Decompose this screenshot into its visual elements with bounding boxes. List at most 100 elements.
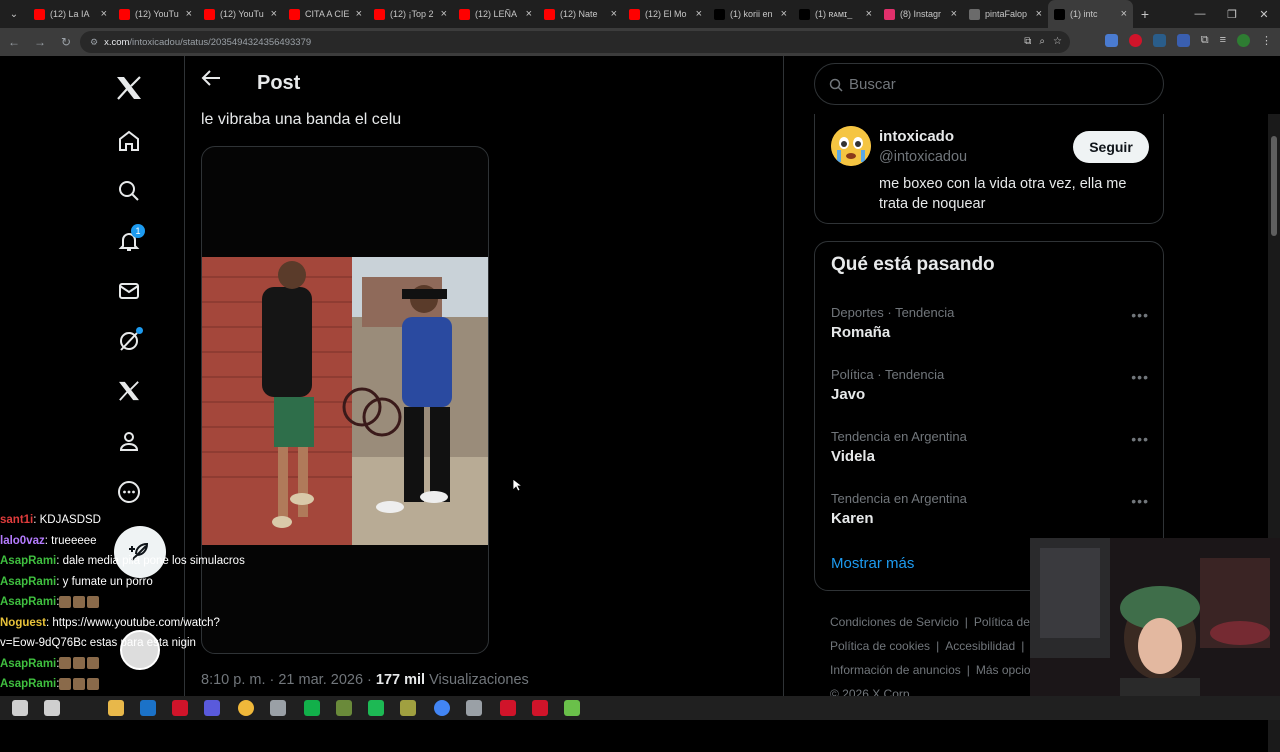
author-avatar[interactable] bbox=[831, 126, 871, 166]
forward-button[interactable]: → bbox=[28, 30, 52, 54]
steam-icon[interactable] bbox=[140, 700, 156, 716]
footer-terms-link[interactable]: Condiciones de Servicio bbox=[830, 615, 959, 629]
browser-tab[interactable]: (12) El Mo × bbox=[623, 0, 708, 28]
tab-close-icon[interactable]: × bbox=[1121, 8, 1127, 20]
youtube-icon[interactable] bbox=[500, 700, 516, 716]
follow-button[interactable]: Seguir bbox=[1073, 131, 1149, 163]
x-logo-icon[interactable] bbox=[112, 71, 146, 105]
notification-badge: 1 bbox=[131, 224, 145, 238]
author-handle[interactable]: @intoxicadou bbox=[879, 149, 967, 165]
browser-tab[interactable]: (12) YouTu × bbox=[113, 0, 198, 28]
tab-close-icon[interactable]: × bbox=[951, 8, 957, 20]
minecraft-icon[interactable] bbox=[564, 700, 580, 716]
opera-icon[interactable] bbox=[532, 700, 548, 716]
windows-taskbar bbox=[0, 696, 1280, 720]
browser-tab[interactable]: (12) LEÑA × bbox=[453, 0, 538, 28]
browser-tab[interactable]: (12) La IA × bbox=[28, 0, 113, 28]
messages-envelope-icon[interactable] bbox=[115, 277, 143, 305]
search-taskbar-icon[interactable] bbox=[44, 700, 60, 716]
trend-more-icon[interactable]: ••• bbox=[1131, 493, 1149, 509]
browser-tab[interactable]: (1) korii en × bbox=[708, 0, 793, 28]
address-bar[interactable]: ⚙ x.com/intoxicadou/status/2035494324356… bbox=[80, 31, 1070, 53]
browser-tab[interactable]: pintaFalop × bbox=[963, 0, 1048, 28]
close-window-button[interactable]: ✕ bbox=[1248, 0, 1280, 28]
obs-icon[interactable] bbox=[172, 700, 188, 716]
tab-close-icon[interactable]: × bbox=[696, 8, 702, 20]
browser-tab[interactable]: (12) Nate × bbox=[538, 0, 623, 28]
footer-more-link[interactable]: Más opcio bbox=[976, 663, 1031, 677]
trend-item[interactable]: Tendencia en Argentina Videla ••• bbox=[831, 429, 1149, 479]
grok-icon[interactable] bbox=[115, 327, 143, 355]
tab-close-icon[interactable]: × bbox=[866, 8, 872, 20]
browser-tab[interactable]: (8) Instagr × bbox=[878, 0, 963, 28]
trend-item[interactable]: Tendencia en Argentina Karen ••• bbox=[831, 491, 1149, 541]
home-icon[interactable] bbox=[115, 127, 143, 155]
new-tab-button[interactable]: + bbox=[1133, 6, 1157, 22]
footer-privacy-link[interactable]: Política de bbox=[974, 615, 1030, 629]
tab-favicon-icon bbox=[34, 8, 45, 20]
chrome-icon[interactable] bbox=[238, 700, 254, 716]
ccleaner-icon[interactable] bbox=[270, 700, 286, 716]
tab-close-icon[interactable]: × bbox=[611, 8, 617, 20]
chrome-active-icon[interactable] bbox=[434, 700, 450, 716]
notifications-bell-icon[interactable]: 1 bbox=[115, 224, 145, 255]
extension-audio-icon[interactable] bbox=[1176, 34, 1190, 47]
browser-menu-icon[interactable]: ⋮ bbox=[1261, 34, 1272, 47]
author-name[interactable]: intoxicado bbox=[879, 128, 954, 145]
minecraft-icon[interactable] bbox=[336, 700, 352, 716]
tab-close-icon[interactable]: × bbox=[101, 8, 107, 20]
tab-search-button[interactable]: ⌄ bbox=[0, 0, 28, 28]
tab-close-icon[interactable]: × bbox=[356, 8, 362, 20]
site-info-icon[interactable]: ⚙ bbox=[90, 37, 98, 48]
start-button-icon[interactable] bbox=[12, 700, 28, 716]
app-icon[interactable] bbox=[400, 700, 416, 716]
bookmark-star-icon[interactable]: ☆ bbox=[1053, 36, 1062, 47]
reading-list-icon[interactable]: ≡ bbox=[1220, 34, 1226, 47]
toolbar: ← → ↻ ⚙ x.com/intoxicadou/status/2035494… bbox=[0, 28, 1280, 56]
browser-tab[interactable]: (12) YouTu × bbox=[198, 0, 283, 28]
browser-tab[interactable]: CITA A CIE × bbox=[283, 0, 368, 28]
search-input[interactable]: Buscar bbox=[814, 63, 1164, 105]
profile-person-icon[interactable] bbox=[115, 427, 143, 455]
footer-ads-link[interactable]: Información de anuncios bbox=[830, 663, 961, 677]
trend-item[interactable]: Política · Tendencia Javo ••• bbox=[831, 367, 1149, 417]
footer-cookies-link[interactable]: Política de cookies bbox=[830, 639, 930, 653]
tab-close-icon[interactable]: × bbox=[271, 8, 277, 20]
extension-seven-icon[interactable] bbox=[1152, 34, 1166, 47]
browser-tab[interactable]: (12) ¡Top 2 × bbox=[368, 0, 453, 28]
minimize-button[interactable]: — bbox=[1184, 0, 1216, 28]
extension-record-icon[interactable] bbox=[1128, 34, 1142, 47]
trend-item[interactable]: Deportes · Tendencia Romaña ••• bbox=[831, 305, 1149, 355]
trend-more-icon[interactable]: ••• bbox=[1131, 369, 1149, 385]
maximize-button[interactable]: ❐ bbox=[1216, 0, 1248, 28]
tab-close-icon[interactable]: × bbox=[781, 8, 787, 20]
extension-translate-icon[interactable] bbox=[1104, 34, 1118, 47]
explore-search-icon[interactable] bbox=[115, 177, 143, 205]
profile-avatar-icon[interactable] bbox=[1237, 34, 1250, 47]
footer-accessibility-link[interactable]: Accesibilidad bbox=[945, 639, 1015, 653]
extensions-puzzle-icon[interactable]: ⧉ bbox=[1201, 34, 1209, 47]
app-icon[interactable] bbox=[304, 700, 320, 716]
zoom-icon[interactable]: ⌕ bbox=[1039, 36, 1045, 47]
back-arrow-icon[interactable] bbox=[201, 69, 221, 87]
tab-close-icon[interactable]: × bbox=[441, 8, 447, 20]
back-button[interactable]: ← bbox=[2, 30, 26, 54]
show-more-link[interactable]: Mostrar más bbox=[831, 555, 914, 572]
tab-close-icon[interactable]: × bbox=[1036, 8, 1042, 20]
trend-more-icon[interactable]: ••• bbox=[1131, 431, 1149, 447]
tab-close-icon[interactable]: × bbox=[526, 8, 532, 20]
more-options-icon[interactable] bbox=[115, 478, 143, 506]
spotify-icon[interactable] bbox=[368, 700, 384, 716]
post-views-count: 177 mil bbox=[375, 672, 426, 688]
browser-tab[interactable]: (1) intc × bbox=[1048, 0, 1133, 28]
browser-tab[interactable]: (1) ʀᴀᴍɪ_ × bbox=[793, 0, 878, 28]
tab-close-icon[interactable]: × bbox=[186, 8, 192, 20]
reload-button[interactable]: ↻ bbox=[54, 30, 78, 54]
ccleaner-icon[interactable] bbox=[466, 700, 482, 716]
premium-x-icon[interactable] bbox=[115, 377, 143, 405]
scrollbar-thumb[interactable] bbox=[1271, 136, 1277, 236]
install-icon[interactable]: ⧉ bbox=[1024, 36, 1031, 47]
file-explorer-icon[interactable] bbox=[108, 700, 124, 716]
trend-more-icon[interactable]: ••• bbox=[1131, 307, 1149, 323]
discord-icon[interactable] bbox=[204, 700, 220, 716]
